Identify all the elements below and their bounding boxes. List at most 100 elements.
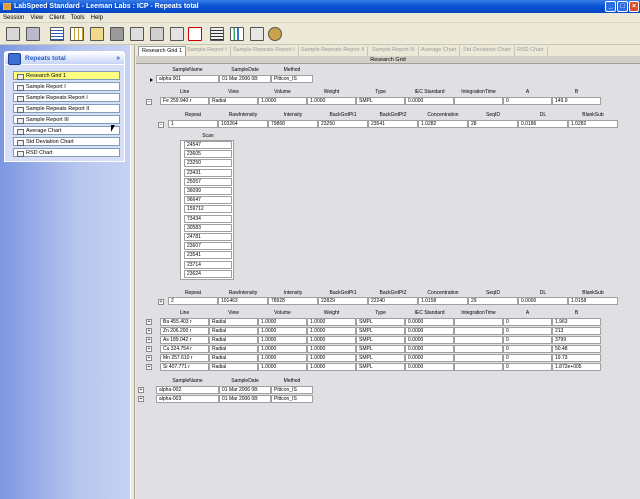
line-row-4-col-1[interactable]: Radial: [209, 336, 258, 344]
repeat-row-2-col-3[interactable]: 22829: [318, 297, 368, 305]
line-row-5-col-2[interactable]: 1.0000: [258, 345, 307, 353]
line-row-2-col-5[interactable]: 0.0000: [405, 318, 454, 326]
tab-sample-report-3[interactable]: Sample Report III: [369, 46, 419, 56]
repeat-row-1-col-0[interactable]: 1: [168, 120, 218, 128]
expand-line-2[interactable]: +: [146, 319, 152, 325]
expand-sample-2[interactable]: +: [138, 387, 144, 393]
line-row-1-col-4[interactable]: SMPL: [356, 97, 405, 105]
line-row-1-col-5[interactable]: 0.0000: [405, 97, 454, 105]
line-row-5-col-5[interactable]: 0.0000: [405, 345, 454, 353]
tab-average-chart[interactable]: Average Chart: [418, 46, 461, 56]
line-row-3-col-4[interactable]: SMPL: [356, 327, 405, 335]
line-row-3-col-8[interactable]: 213: [552, 327, 601, 335]
menu-view[interactable]: View: [27, 13, 46, 23]
expand-line-3[interactable]: +: [146, 328, 152, 334]
grid-view-button[interactable]: [48, 25, 66, 43]
nav-sample-repeats-report-1[interactable]: Sample Repeats Report I: [13, 93, 120, 102]
repeat-row-1-col-4[interactable]: 23541: [368, 120, 418, 128]
line-row-5-col-4[interactable]: SMPL: [356, 345, 405, 353]
line-row-7-col-6[interactable]: [454, 363, 503, 371]
repeat-row-1-col-6[interactable]: 28: [468, 120, 518, 128]
line-row-2-col-3[interactable]: 1.0000: [307, 318, 356, 326]
repeat-row-1-col-7[interactable]: 0.0186: [518, 120, 568, 128]
line-row-1-col-8[interactable]: 149.9: [552, 97, 601, 105]
line-row-5-col-8[interactable]: 50.48: [552, 345, 601, 353]
maximize-button[interactable]: □: [617, 1, 628, 12]
line-row-1-col-7[interactable]: 0: [503, 97, 552, 105]
line-row-4-col-2[interactable]: 1.0000: [258, 336, 307, 344]
line-row-1-col-3[interactable]: 1.0000: [307, 97, 356, 105]
export-button[interactable]: [128, 25, 146, 43]
line-row-5-col-0[interactable]: Cu 324.754 r: [160, 345, 209, 353]
line-row-6-col-8[interactable]: 19.73: [552, 354, 601, 362]
tab-sample-repeats-report-2[interactable]: Sample Repeats Report II: [298, 46, 369, 56]
minimize-button[interactable]: _: [605, 1, 616, 12]
users-button[interactable]: [24, 25, 42, 43]
sample-row-2-col-1[interactable]: 01 Mar 2006 08:: [219, 386, 271, 394]
line-row-4-col-5[interactable]: 0.0000: [405, 336, 454, 344]
scan-row-1[interactable]: 23605: [184, 150, 232, 159]
sample-row-1-col-2[interactable]: Pittcon_IS: [271, 75, 313, 83]
new-session-button[interactable]: [4, 25, 22, 43]
expand-line-5[interactable]: +: [146, 346, 152, 352]
scan-row-9[interactable]: 30583: [184, 223, 232, 232]
line-row-6-col-7[interactable]: 0: [503, 354, 552, 362]
line-row-7-col-1[interactable]: Radial: [209, 363, 258, 371]
repeat-row-2-col-2[interactable]: 78928: [268, 297, 318, 305]
sample-row-3-col-1[interactable]: 01 Mar 2006 08:: [219, 395, 271, 403]
line-row-6-col-3[interactable]: 1.0000: [307, 354, 356, 362]
line-row-2-col-6[interactable]: [454, 318, 503, 326]
scan-row-6[interactable]: 96647: [184, 196, 232, 205]
chart-button[interactable]: [228, 25, 246, 43]
expand-sample-3[interactable]: +: [138, 396, 144, 402]
nav-average-chart[interactable]: Average Chart: [13, 126, 120, 135]
sample-row-3-col-2[interactable]: Pittcon_IS: [271, 395, 313, 403]
scan-row-8[interactable]: 73434: [184, 214, 232, 223]
scan-row-13[interactable]: 23714: [184, 260, 232, 269]
sample-row-3-col-0[interactable]: alpha-003: [156, 395, 219, 403]
line-row-3-col-3[interactable]: 1.0000: [307, 327, 356, 335]
line-row-3-col-2[interactable]: 1.0000: [258, 327, 307, 335]
table-button[interactable]: [68, 25, 86, 43]
line-row-7-col-3[interactable]: 1.0000: [307, 363, 356, 371]
sample-row-1-col-0[interactable]: alpha 001: [156, 75, 219, 83]
line-row-2-col-4[interactable]: SMPL: [356, 318, 405, 326]
line-row-1-col-1[interactable]: Radial: [209, 97, 258, 105]
tools-button[interactable]: [266, 25, 284, 43]
line-row-4-col-0[interactable]: As 189.042 r: [160, 336, 209, 344]
line-row-6-col-4[interactable]: SMPL: [356, 354, 405, 362]
line-row-2-col-1[interactable]: Radial: [209, 318, 258, 326]
menu-tools[interactable]: Tools: [68, 13, 88, 23]
line-row-7-col-7[interactable]: 0: [503, 363, 552, 371]
close-button[interactable]: ×: [629, 1, 639, 12]
nav-sample-report-1[interactable]: Sample Report I: [13, 82, 120, 91]
line-row-7-col-0[interactable]: Si 407.771 r: [160, 363, 209, 371]
line-row-5-col-3[interactable]: 1.0000: [307, 345, 356, 353]
tab-sample-report-1[interactable]: Sample Report I: [184, 46, 231, 56]
row-selector[interactable]: [142, 76, 148, 83]
tab-sample-repeats-report-1[interactable]: Sample Repeats Report I: [230, 46, 299, 56]
repeat-row-1-col-5[interactable]: 1.0282: [418, 120, 468, 128]
scan-row-14[interactable]: 23624: [184, 269, 232, 278]
scan-row-10[interactable]: 24781: [184, 233, 232, 241]
collapse-line-1[interactable]: −: [146, 99, 152, 105]
line-row-3-col-5[interactable]: 0.0000: [405, 327, 454, 335]
sample-row-2-col-2[interactable]: Pittcon_IS: [271, 386, 313, 394]
scan-row-5[interactable]: 36099: [184, 187, 232, 195]
nav-sample-repeats-report-2[interactable]: Sample Repeats Report II: [13, 104, 120, 113]
line-row-2-col-7[interactable]: 0: [503, 318, 552, 326]
line-row-1-col-0[interactable]: Fe 259.940 r: [160, 97, 209, 105]
menu-session[interactable]: Session: [0, 13, 27, 23]
repeat-row-2-col-5[interactable]: 1.0158: [418, 297, 468, 305]
nav-research-grid-1[interactable]: Research Grid 1: [13, 71, 120, 80]
line-row-4-col-4[interactable]: SMPL: [356, 336, 405, 344]
repeat-row-2-col-4[interactable]: 22240: [368, 297, 418, 305]
line-row-2-col-8[interactable]: 1.963: [552, 318, 601, 326]
repeat-row-1-col-1[interactable]: 103264: [218, 120, 268, 128]
repeat-row-1-col-8[interactable]: 1.0282: [568, 120, 618, 128]
line-row-7-col-5[interactable]: 0.0000: [405, 363, 454, 371]
line-row-3-col-6[interactable]: [454, 327, 503, 335]
tab-research-grid-1[interactable]: Research Grid 1: [138, 46, 187, 56]
calculator-button[interactable]: [248, 25, 266, 43]
line-row-5-col-7[interactable]: 0: [503, 345, 552, 353]
